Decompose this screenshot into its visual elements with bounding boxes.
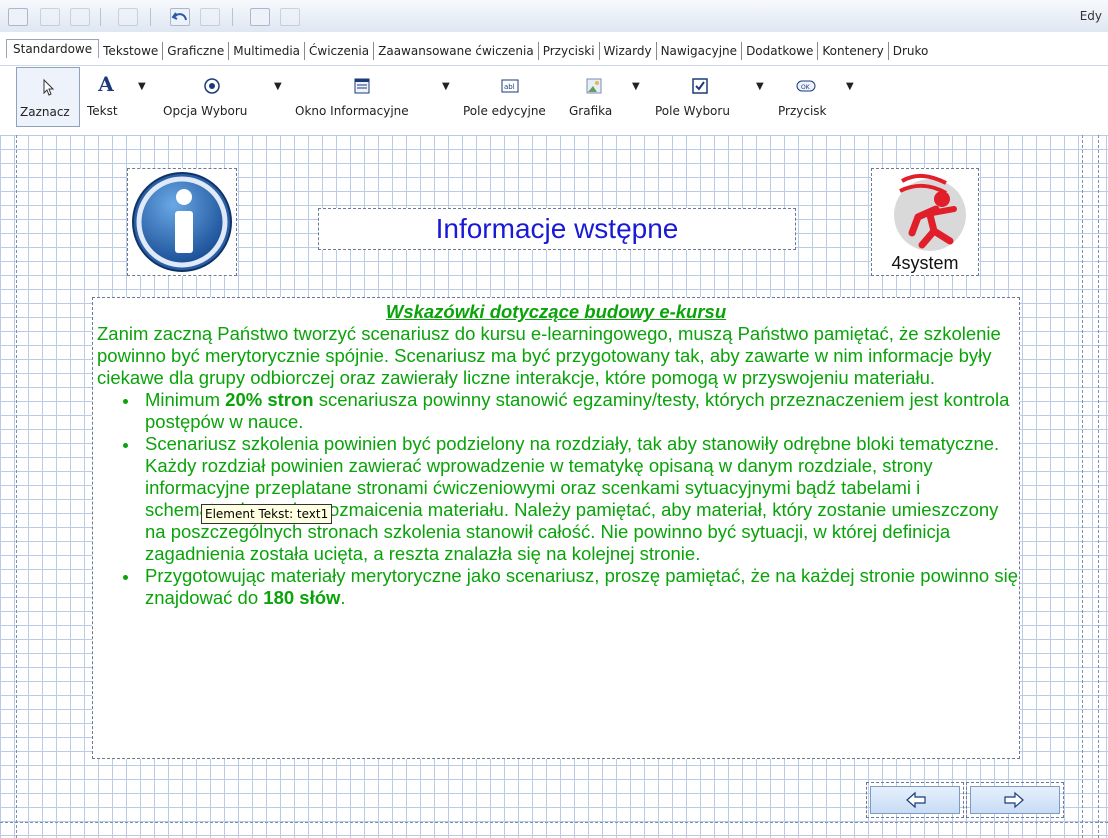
redo-icon[interactable] (200, 8, 220, 26)
page-guide-right-outer (1098, 135, 1099, 838)
list-item-text: Minimum (145, 389, 226, 410)
prev-page-button[interactable] (870, 786, 960, 814)
edit-icon[interactable] (8, 8, 28, 26)
page-guide-left (16, 135, 17, 838)
print-icon[interactable] (250, 8, 270, 26)
grafika-dropdown[interactable]: ▼ (632, 67, 644, 125)
tab-zaawansowane-cwiczenia[interactable]: Zaawansowane ćwiczenia (374, 42, 539, 60)
tekst-tool[interactable]: A Tekst (84, 67, 128, 125)
okno-informacyjne-label: Okno Informacyjne (295, 104, 409, 118)
przycisk-dropdown[interactable]: ▼ (846, 67, 858, 125)
title-text-element[interactable]: Informacje wstępne (318, 208, 796, 250)
intro-paragraph: Zanim zaczną Państwo tworzyć scenariusz … (97, 323, 1001, 388)
element-toolbar: Zaznacz A Tekst ▼ Opcja Wyboru ▼ Okno In… (0, 67, 1108, 135)
content-heading: Wskazówki dotyczące budowy e-kursu (385, 301, 727, 322)
element-tooltip: Element Tekst: text1 (201, 504, 333, 524)
tab-wizardy[interactable]: Wizardy (600, 42, 657, 60)
text-field-icon: abl (501, 79, 519, 93)
button-icon-text: OK (801, 84, 811, 91)
separator (232, 8, 233, 26)
category-tabs: Standardowe Tekstowe Graficzne Multimedia Ćw… (0, 32, 1108, 66)
cut-icon[interactable] (40, 8, 60, 26)
text-a-icon: A (98, 72, 114, 96)
zaznacz-tool[interactable]: Zaznacz (16, 67, 80, 127)
page-title: Informacje wstępne (435, 213, 679, 244)
tab-multimedia[interactable]: Multimedia (229, 42, 306, 60)
tab-druko[interactable]: Druko (889, 42, 933, 60)
arrow-left-icon (906, 791, 926, 809)
separator (150, 8, 151, 26)
logo-text: 4system (891, 253, 959, 273)
tab-standardowe[interactable]: Standardowe (6, 39, 100, 58)
opcja-wyboru-label: Opcja Wyboru (163, 104, 248, 118)
tekst-dropdown[interactable]: ▼ (138, 67, 150, 125)
info-icon (132, 172, 232, 272)
chevron-down-icon: ▼ (274, 81, 282, 92)
pole-wyboru-label: Pole Wyboru (655, 104, 730, 118)
tab-przyciski[interactable]: Przyciski (539, 42, 600, 60)
tab-graficzne[interactable]: Graficzne (163, 42, 230, 60)
okno-informacyjne-tool[interactable]: Okno Informacyjne (292, 67, 432, 125)
list-item-bold: 180 słów (263, 587, 341, 608)
logo-image-element[interactable]: 4system (871, 168, 979, 276)
tab-dodatkowe[interactable]: Dodatkowe (742, 42, 819, 60)
list-item: Minimum 20% stron scenariusza powinny st… (123, 389, 1019, 433)
tab-tekstowe[interactable]: Tekstowe (99, 42, 164, 60)
cursor-icon (43, 78, 55, 96)
chevron-down-icon: ▼ (756, 81, 764, 92)
przycisk-label: Przycisk (778, 104, 827, 118)
chevron-down-icon: ▼ (138, 81, 146, 92)
list-item: Przygotowując materiały merytoryczne jak… (123, 565, 1019, 609)
separator (100, 8, 101, 26)
pole-edycyjne-tool[interactable]: abl Pole edycyjne (460, 67, 560, 125)
pole-wyboru-tool[interactable]: Pole Wyboru (652, 67, 748, 125)
checkbox-icon (692, 78, 708, 94)
window-title-fragment: Edy (1079, 9, 1102, 23)
chevron-down-icon: ▼ (632, 81, 640, 92)
undo-icon[interactable] (170, 8, 190, 26)
chevron-down-icon: ▼ (442, 81, 450, 92)
radio-icon (204, 78, 220, 94)
page-guide-bottom (0, 822, 1108, 823)
page-guide-right (1082, 135, 1083, 838)
list-item-text: Scenariusz szkolenia powinien być podzie… (145, 433, 1000, 564)
top-toolbar-strip: Edy (0, 0, 1108, 33)
button-icon: OK (796, 80, 816, 92)
list-item-bold: 20% stron (225, 389, 314, 410)
tab-kontenery[interactable]: Kontenery (818, 42, 889, 60)
text-field-icon-text: abl (504, 83, 515, 91)
pole-edycyjne-label: Pole edycyjne (463, 104, 546, 118)
copy-icon[interactable] (70, 8, 90, 26)
paste-icon[interactable] (118, 8, 138, 26)
tab-cwiczenia[interactable]: Ćwiczenia (305, 42, 375, 60)
text-element-text1[interactable]: Wskazówki dotyczące budowy e-kursu Zanim… (92, 297, 1020, 759)
arrow-right-icon (1004, 791, 1024, 809)
list-item: Scenariusz szkolenia powinien być podzie… (123, 433, 1019, 565)
przycisk-tool[interactable]: OK Przycisk (776, 67, 836, 125)
chevron-down-icon: ▼ (846, 81, 854, 92)
opcja-wyboru-tool[interactable]: Opcja Wyboru (160, 67, 264, 125)
grafika-label: Grafika (569, 104, 613, 118)
list-item-text: . (340, 587, 346, 608)
okno-dropdown[interactable]: ▼ (442, 67, 454, 125)
zaznacz-label: Zaznacz (20, 105, 70, 119)
tekst-label: Tekst (87, 104, 118, 118)
info-image-element[interactable] (127, 168, 237, 276)
preview-icon[interactable] (280, 8, 300, 26)
pole-wyboru-dropdown[interactable]: ▼ (756, 67, 768, 125)
guidelines-list: Minimum 20% stron scenariusza powinny st… (93, 389, 1019, 609)
opcja-dropdown[interactable]: ▼ (274, 67, 286, 125)
grafika-tool[interactable]: Grafika (566, 67, 622, 125)
window-icon (354, 78, 370, 94)
next-page-button[interactable] (970, 786, 1060, 814)
tab-nawigacyjne[interactable]: Nawigacyjne (657, 42, 743, 60)
image-icon (586, 78, 602, 94)
